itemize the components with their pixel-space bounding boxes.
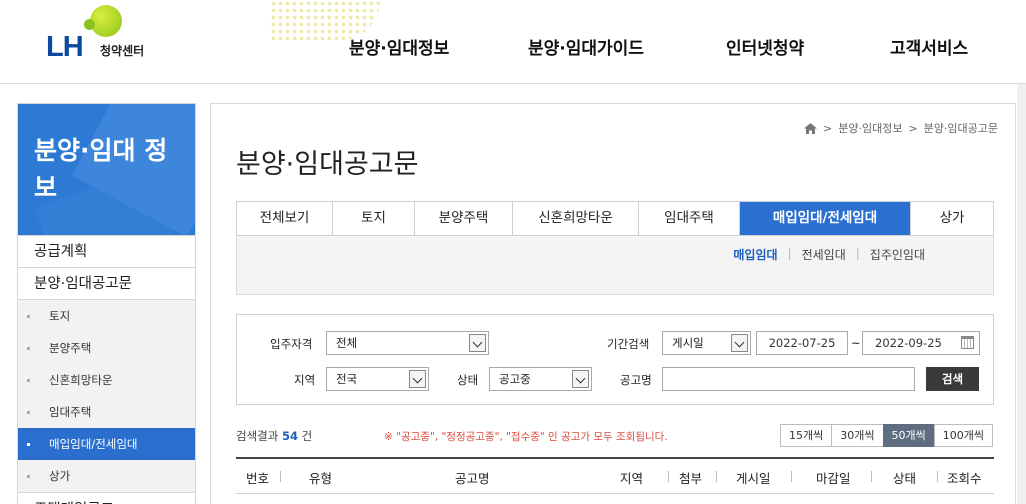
col-title[interactable]: 공고명 xyxy=(455,468,490,487)
calendar-icon[interactable] xyxy=(961,336,974,349)
logo-dot-icon xyxy=(84,19,95,30)
chevron-down-icon xyxy=(731,334,748,352)
page-scrollbar[interactable] xyxy=(1017,84,1026,504)
page-size-50[interactable]: 50개씩 xyxy=(882,424,935,447)
date-to-value: 2022-09-25 xyxy=(875,336,942,350)
sidebar-item-supply-plan[interactable]: 공급계획 xyxy=(18,236,195,268)
breadcrumb-sep-icon: > xyxy=(823,121,833,135)
col-divider xyxy=(280,471,281,482)
region-select[interactable]: 전국 xyxy=(326,367,429,391)
col-divider xyxy=(871,471,872,482)
region-label: 지역 xyxy=(294,373,316,387)
name-label: 공고명 xyxy=(620,373,652,387)
table-header: 번호 유형 공고명 지역 첨부 게시일 마감일 상태 조회수 xyxy=(236,457,994,494)
col-deadline[interactable]: 마감일 xyxy=(816,468,851,487)
date-separator: ~ xyxy=(851,336,861,350)
logo-text: LH xyxy=(46,31,84,63)
sidebar-header: 분양·임대 정보 xyxy=(18,104,195,236)
col-type[interactable]: 유형 xyxy=(309,468,332,487)
subtab-panel: 매입임대 | 전세임대 | 집주인임대 xyxy=(236,236,994,295)
page-size-15[interactable]: 15개씩 xyxy=(780,424,833,447)
subtab-purchase[interactable]: 매입임대 xyxy=(733,246,777,263)
col-region[interactable]: 지역 xyxy=(620,468,643,487)
tab-newlywed[interactable]: 신혼희망타운 xyxy=(513,202,639,235)
sidebar-title: 분양·임대 정보 xyxy=(34,136,168,202)
status-select-value: 공고중 xyxy=(499,372,531,386)
subtab-landlord[interactable]: 집주인임대 xyxy=(870,246,925,263)
nav-item-apply[interactable]: 인터넷청약 xyxy=(726,34,804,59)
search-form: 입주자격 전체 기간검색 게시일 2022-07-25 ~ 2022-09-25… xyxy=(236,314,994,405)
sidebar-subitem-sale-housing[interactable]: 분양주택 xyxy=(18,332,195,364)
page-size-100[interactable]: 100개씩 xyxy=(933,424,993,447)
sidebar-item-next[interactable]: 주택매입공고 xyxy=(18,492,195,504)
breadcrumb-sep-icon: > xyxy=(908,121,918,135)
col-divider xyxy=(937,471,938,482)
chevron-down-icon xyxy=(409,370,426,388)
col-attachment[interactable]: 첨부 xyxy=(679,468,702,487)
date-from-input[interactable]: 2022-07-25 xyxy=(756,331,848,355)
sidebar-subitem-shop[interactable]: 상가 xyxy=(18,460,195,492)
col-divider xyxy=(668,471,669,482)
col-post-date[interactable]: 게시일 xyxy=(736,468,771,487)
status-label: 상태 xyxy=(457,373,479,387)
subtab-jeonse[interactable]: 전세임대 xyxy=(802,246,846,263)
home-icon[interactable] xyxy=(804,122,817,134)
subtab-divider: | xyxy=(855,246,860,260)
logo-subtitle: 청약센터 xyxy=(100,44,145,58)
result-number: 54 xyxy=(281,429,298,443)
status-select[interactable]: 공고중 xyxy=(489,367,592,391)
result-suffix: 건 xyxy=(301,429,313,443)
subtab-list: 매입임대 | 전세임대 | 집주인임대 xyxy=(733,246,925,263)
main-content: > 분양·임대정보 > 분양·임대공고문 분양·임대공고문 전체보기 토지 분양… xyxy=(210,103,1016,504)
tab-shop[interactable]: 상가 xyxy=(911,202,993,235)
sidebar-subitem-rental[interactable]: 임대주택 xyxy=(18,396,195,428)
result-prefix: 검색결과 xyxy=(236,429,279,443)
sidebar-item-notices[interactable]: 분양·임대공고문 xyxy=(18,268,195,300)
qual-select[interactable]: 전체 xyxy=(326,331,489,355)
period-label: 기간검색 xyxy=(607,337,650,351)
site-header: LH 청약센터 분양·임대정보 분양·임대가이드 인터넷청약 고객서비스 xyxy=(0,0,1026,84)
period-select-value: 게시일 xyxy=(672,336,704,350)
col-divider xyxy=(791,471,792,482)
nav-item-info[interactable]: 분양·임대정보 xyxy=(349,34,449,59)
result-count: 검색결과 54 건 xyxy=(236,428,312,444)
chevron-down-icon xyxy=(469,334,486,352)
period-select[interactable]: 게시일 xyxy=(662,331,751,355)
tab-land[interactable]: 토지 xyxy=(333,202,415,235)
breadcrumb-item[interactable]: 분양·임대공고문 xyxy=(924,120,998,136)
tab-purchase-rental[interactable]: 매입임대/전세임대 xyxy=(740,202,911,235)
breadcrumb-item[interactable]: 분양·임대정보 xyxy=(838,120,902,136)
qual-select-value: 전체 xyxy=(336,336,358,350)
region-select-value: 전국 xyxy=(336,372,358,386)
result-notice: ※ "공고중", "정정공고중", "접수중" 인 공고가 모두 조회됩니다. xyxy=(384,431,668,443)
sidebar-subitem-purchase-rental[interactable]: 매입임대/전세임대 xyxy=(18,428,195,460)
nav-item-service[interactable]: 고객서비스 xyxy=(890,34,968,59)
category-tabs: 전체보기 토지 분양주택 신혼희망타운 임대주택 매입임대/전세임대 상가 xyxy=(236,201,994,236)
sidebar: 분양·임대 정보 공급계획 분양·임대공고문 토지 분양주택 신혼희망타운 임대… xyxy=(17,103,196,504)
page-title: 분양·임대공고문 xyxy=(236,149,419,180)
col-status[interactable]: 상태 xyxy=(893,468,916,487)
page-size-30[interactable]: 30개씩 xyxy=(831,424,884,447)
nav-item-guide[interactable]: 분양·임대가이드 xyxy=(528,34,644,59)
tab-sale-housing[interactable]: 분양주택 xyxy=(415,202,513,235)
tab-rental[interactable]: 임대주택 xyxy=(639,202,740,235)
notice-name-input[interactable] xyxy=(662,367,915,391)
logo-mark-icon xyxy=(90,5,122,37)
breadcrumb: > 분양·임대정보 > 분양·임대공고문 xyxy=(804,120,998,136)
col-divider xyxy=(716,471,717,482)
subtab-divider: | xyxy=(787,246,792,260)
search-button[interactable]: 검색 xyxy=(926,367,979,391)
sidebar-subitem-land[interactable]: 토지 xyxy=(18,300,195,332)
date-to-input[interactable]: 2022-09-25 xyxy=(862,331,980,355)
col-views[interactable]: 조회수 xyxy=(947,468,982,487)
chevron-down-icon xyxy=(572,370,589,388)
qual-label: 입주자격 xyxy=(270,337,313,351)
sidebar-subitem-newlywed[interactable]: 신혼희망타운 xyxy=(18,364,195,396)
col-number[interactable]: 번호 xyxy=(246,468,269,487)
page-size-selector: 15개씩 30개씩 50개씩 100개씩 xyxy=(780,424,993,447)
tab-all[interactable]: 전체보기 xyxy=(237,202,333,235)
